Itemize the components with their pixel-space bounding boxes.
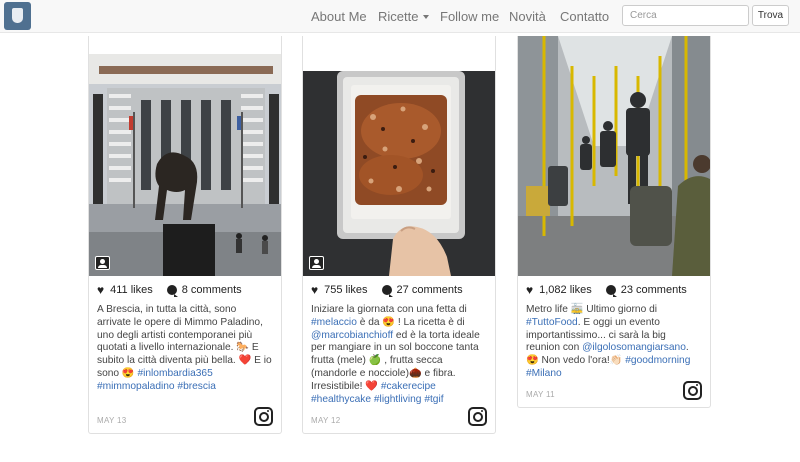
likes-count: 1,082 likes <box>539 284 592 296</box>
search-button[interactable]: Trova <box>752 5 789 26</box>
post-stats: ♥ 411 likes 8 comments <box>97 282 281 298</box>
instagram-icon[interactable] <box>468 407 487 426</box>
comments-count: 8 comments <box>181 284 242 296</box>
hashtag-link[interactable]: #mimmopaladino <box>97 381 175 392</box>
nav-ricette-label: Ricette <box>378 9 419 24</box>
likes-count: 411 likes <box>110 284 153 296</box>
hashtag-link[interactable]: #brescia <box>177 381 216 392</box>
post-stats: ♥ 1,082 likes 23 comments <box>526 282 710 298</box>
instagram-icon[interactable] <box>254 407 273 426</box>
hashtag-link[interactable]: #melaccio <box>311 317 357 328</box>
hashtag-link[interactable]: @marcobianchioff <box>311 330 393 341</box>
photo-badge-icon <box>309 256 324 270</box>
comment-icon[interactable] <box>605 285 617 297</box>
hashtag-link[interactable]: #TuttoFood <box>526 317 578 328</box>
search-input[interactable] <box>622 5 749 26</box>
site-logo[interactable] <box>4 2 31 30</box>
cup-icon <box>12 8 23 23</box>
post-date: MAY 13 <box>97 416 127 425</box>
nav-follow-me[interactable]: Follow me <box>440 0 499 33</box>
post-photo[interactable] <box>89 54 281 276</box>
nav-contatto[interactable]: Contatto <box>560 0 609 33</box>
heart-icon[interactable]: ♥ <box>311 283 318 297</box>
post-caption: Iniziare la giornata con una fetta di #m… <box>311 304 487 406</box>
instagram-post-card[interactable]: ♥ 755 likes 27 comments Iniziare la gior… <box>302 36 496 434</box>
post-date: MAY 11 <box>526 390 555 399</box>
hashtag-link[interactable]: #goodmorning <box>625 355 690 366</box>
comment-icon[interactable] <box>381 285 393 297</box>
heart-icon[interactable]: ♥ <box>526 283 533 297</box>
caption-text: Metro life 🚋 Ultimo giorno di <box>526 304 658 315</box>
nav-novita[interactable]: Novità <box>509 0 546 33</box>
navbar: About Me Ricette Follow me Novità Contat… <box>0 0 800 33</box>
comment-icon[interactable] <box>166 285 178 297</box>
post-date: MAY 12 <box>311 416 341 425</box>
hashtag-link[interactable]: #lightliving <box>374 394 422 405</box>
hashtag-link[interactable]: #cakerecipe <box>381 381 436 392</box>
likes-count: 755 likes <box>324 284 368 296</box>
post-caption: A Brescia, in tutta la città, sono arriv… <box>97 304 273 394</box>
post-stats: ♥ 755 likes 27 comments <box>311 282 495 298</box>
instagram-post-card[interactable]: ♥ 1,082 likes 23 comments Metro life 🚋 U… <box>517 36 711 408</box>
caret-down-icon <box>423 15 430 19</box>
nav-about-me[interactable]: About Me <box>311 0 367 33</box>
post-caption: Metro life 🚋 Ultimo giorno di #TuttoFood… <box>526 304 702 381</box>
comments-count: 27 comments <box>396 284 463 296</box>
hashtag-link[interactable]: #inlombardia365 <box>137 368 212 379</box>
post-photo[interactable] <box>303 71 495 276</box>
hashtag-link[interactable]: #healthycake <box>311 394 371 405</box>
comments-count: 23 comments <box>620 284 687 296</box>
hashtag-link[interactable]: #Milano <box>526 368 562 379</box>
caption-text: Iniziare la giornata con una fetta di <box>311 304 467 315</box>
instagram-icon[interactable] <box>683 381 702 400</box>
post-photo[interactable] <box>518 36 710 276</box>
nav-ricette-dropdown[interactable]: Ricette <box>378 0 430 33</box>
instagram-post-card[interactable]: ♥ 411 likes 8 comments A Brescia, in tut… <box>88 36 282 434</box>
hashtag-link[interactable]: @ilgolosomangiarsano <box>582 342 686 353</box>
heart-icon[interactable]: ♥ <box>97 283 104 297</box>
caption-text: è da 😍 ! La ricetta è di <box>356 316 465 328</box>
hashtag-link[interactable]: #tgif <box>424 394 443 405</box>
photo-badge-icon <box>95 256 110 270</box>
